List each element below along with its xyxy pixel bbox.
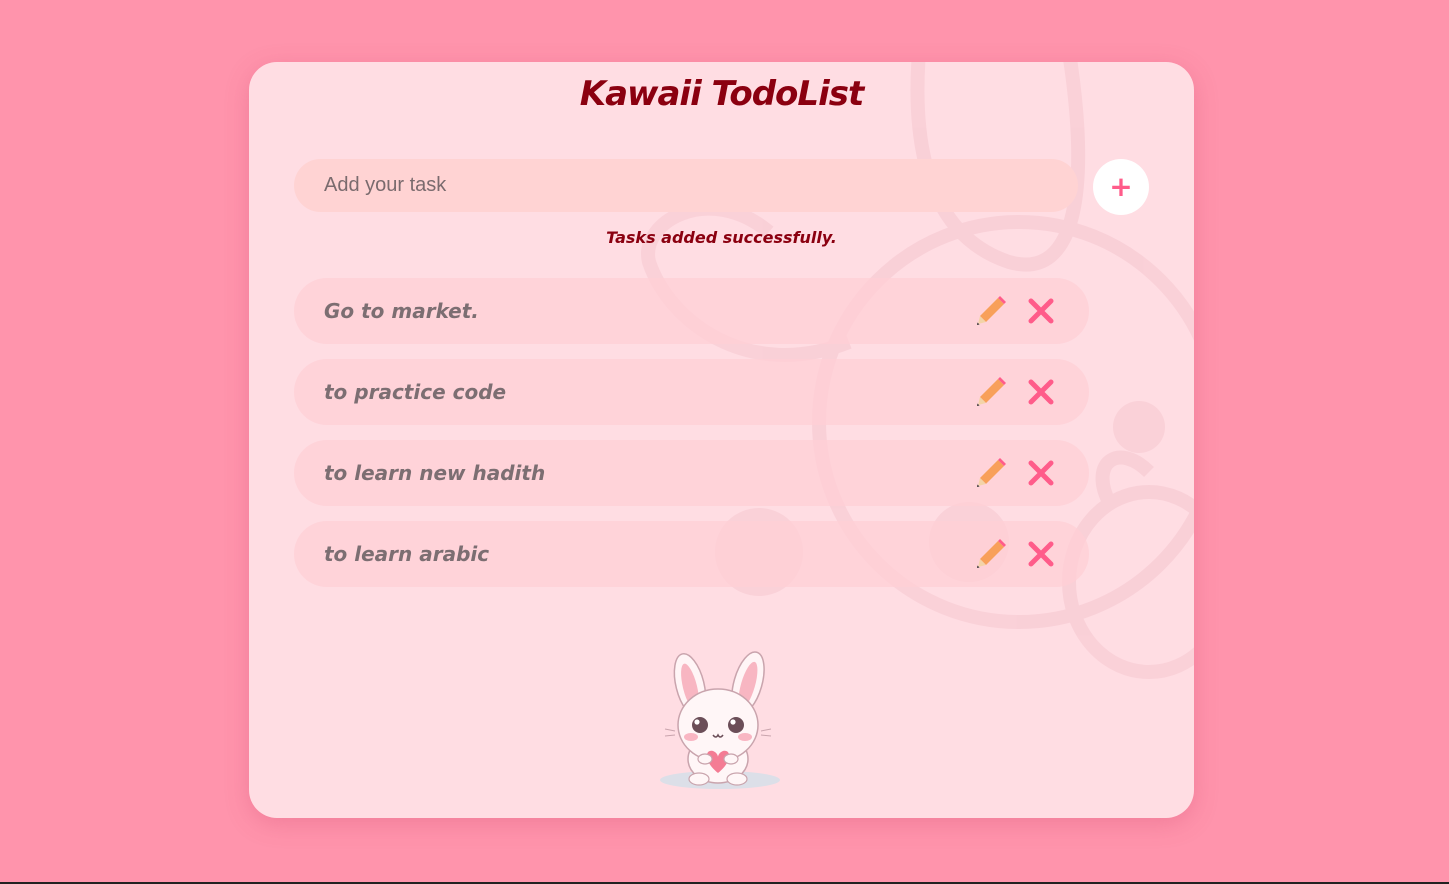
edit-task-button[interactable]: [974, 537, 1008, 571]
pencil-icon: [977, 458, 1006, 487]
edit-task-button[interactable]: [974, 375, 1008, 409]
close-icon: [1028, 298, 1054, 324]
task-item: Go to market.: [294, 278, 1089, 344]
delete-task-button[interactable]: [1024, 456, 1058, 490]
edit-task-button[interactable]: [974, 294, 1008, 328]
task-text: to learn arabic: [324, 542, 490, 566]
task-text: to learn new hadith: [324, 461, 546, 485]
pencil-icon: [977, 296, 1006, 325]
task-item: to practice code: [294, 359, 1089, 425]
close-icon: [1028, 379, 1054, 405]
close-icon: [1028, 460, 1054, 486]
task-item: to learn new hadith: [294, 440, 1089, 506]
task-text: Go to market.: [324, 299, 479, 323]
bunny-mascot-icon: [660, 651, 780, 789]
task-text: to practice code: [324, 380, 507, 404]
task-list: Go to market. to practice code to learn …: [294, 278, 1089, 602]
delete-task-button[interactable]: [1024, 537, 1058, 571]
todo-card: Kawaii TodoList + Tasks added successful…: [249, 62, 1194, 818]
task-input[interactable]: [294, 159, 1078, 212]
add-task-button[interactable]: +: [1093, 159, 1149, 215]
delete-task-button[interactable]: [1024, 294, 1058, 328]
pencil-icon: [977, 539, 1006, 568]
delete-task-button[interactable]: [1024, 375, 1058, 409]
pencil-icon: [977, 377, 1006, 406]
task-item: to learn arabic: [294, 521, 1089, 587]
edit-task-button[interactable]: [974, 456, 1008, 490]
close-icon: [1028, 541, 1054, 567]
status-message: Tasks added successfully.: [606, 228, 837, 247]
app-title: Kawaii TodoList: [579, 74, 864, 114]
